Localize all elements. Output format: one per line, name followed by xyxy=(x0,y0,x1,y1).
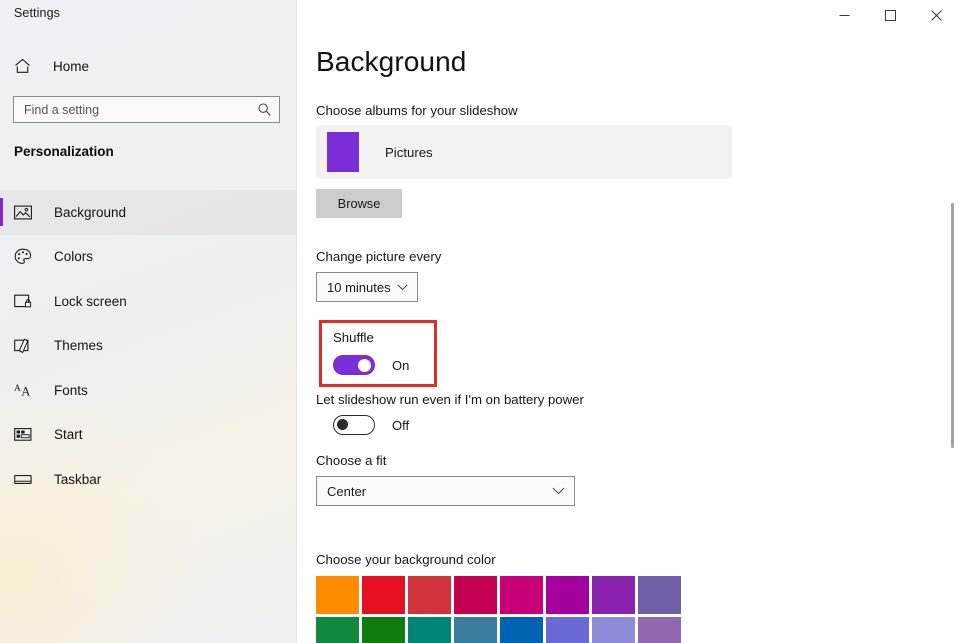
color-swatch[interactable] xyxy=(316,576,359,614)
toggle-knob xyxy=(337,419,348,430)
battery-state-label: Off xyxy=(392,417,410,433)
sidebar-item-home[interactable]: Home xyxy=(0,52,296,80)
sidebar-item-label: Themes xyxy=(54,338,103,354)
app-title: Settings xyxy=(14,6,60,20)
battery-label: Let slideshow run even if I'm on battery… xyxy=(316,392,584,407)
color-swatch[interactable] xyxy=(592,617,635,643)
page-title: Background xyxy=(316,46,467,77)
sidebar-item-label: Start xyxy=(54,427,83,443)
sidebar: Settings Home Personalization xyxy=(0,0,297,643)
lock-screen-icon xyxy=(14,291,38,311)
color-swatch[interactable] xyxy=(546,617,589,643)
color-swatch[interactable] xyxy=(638,576,681,614)
albums-label: Choose albums for your slideshow xyxy=(316,103,518,118)
shuffle-label: Shuffle xyxy=(333,330,374,345)
battery-toggle[interactable] xyxy=(333,415,375,435)
sidebar-item-label: Fonts xyxy=(54,382,88,398)
change-picture-label: Change picture every xyxy=(316,249,442,264)
main-content: Background Choose albums for your slides… xyxy=(297,0,959,643)
search-icon[interactable] xyxy=(255,102,279,117)
chevron-down-icon xyxy=(397,284,408,291)
color-swatch[interactable] xyxy=(316,617,359,643)
home-icon xyxy=(14,57,36,75)
sidebar-item-themes[interactable]: Themes xyxy=(0,324,296,369)
shuffle-toggle[interactable] xyxy=(333,355,375,375)
sidebar-item-start[interactable]: Start xyxy=(0,413,296,458)
sidebar-nav: Background Colors Lock screen Themes A A… xyxy=(0,190,296,502)
color-swatch[interactable] xyxy=(454,576,497,614)
svg-text:A: A xyxy=(21,385,30,398)
color-swatch[interactable] xyxy=(408,617,451,643)
color-swatch[interactable] xyxy=(500,617,543,643)
sidebar-item-label: Lock screen xyxy=(54,293,127,309)
home-label: Home xyxy=(53,58,90,74)
settings-window: Settings Home Personalization xyxy=(0,0,959,643)
sidebar-item-taskbar[interactable]: Taskbar xyxy=(0,457,296,502)
close-button[interactable] xyxy=(913,0,959,31)
background-color-swatches xyxy=(316,576,681,643)
sidebar-item-background[interactable]: Background xyxy=(0,190,296,235)
color-swatch[interactable] xyxy=(408,576,451,614)
sidebar-item-label: Background xyxy=(54,204,127,220)
color-swatch[interactable] xyxy=(546,576,589,614)
sidebar-item-lock-screen[interactable]: Lock screen xyxy=(0,279,296,324)
toggle-knob xyxy=(358,359,371,372)
scrollbar-thumb[interactable] xyxy=(951,203,954,448)
search-input[interactable] xyxy=(14,102,255,117)
background-color-label: Choose your background color xyxy=(316,552,496,567)
browse-button[interactable]: Browse xyxy=(316,189,402,218)
change-picture-interval-dropdown[interactable]: 10 minutes xyxy=(316,272,418,302)
fit-dropdown[interactable]: Center xyxy=(316,476,575,506)
svg-text:A: A xyxy=(14,384,21,394)
album-name: Pictures xyxy=(385,144,433,160)
scrollbar[interactable] xyxy=(945,31,959,643)
color-swatch[interactable] xyxy=(500,576,543,614)
sidebar-item-fonts[interactable]: A A Fonts xyxy=(0,368,296,413)
color-swatch[interactable] xyxy=(362,617,405,643)
color-swatch[interactable] xyxy=(362,576,405,614)
album-thumbnail xyxy=(327,132,359,172)
fonts-icon: A A xyxy=(14,380,38,400)
chevron-down-icon xyxy=(552,487,565,495)
taskbar-icon xyxy=(14,469,38,489)
fit-value: Center xyxy=(327,483,367,499)
change-picture-interval-value: 10 minutes xyxy=(327,279,391,295)
maximize-button[interactable] xyxy=(867,0,913,31)
sidebar-item-label: Colors xyxy=(54,249,94,265)
color-swatch[interactable] xyxy=(592,576,635,614)
minimize-button[interactable] xyxy=(821,0,867,31)
sidebar-item-label: Taskbar xyxy=(54,471,102,487)
search-box[interactable] xyxy=(13,96,280,123)
sidebar-item-colors[interactable]: Colors xyxy=(0,235,296,280)
color-swatch[interactable] xyxy=(638,617,681,643)
album-list-item[interactable]: Pictures xyxy=(316,125,732,179)
palette-icon xyxy=(14,247,38,267)
sidebar-section-title: Personalization xyxy=(14,144,114,159)
start-icon xyxy=(14,425,38,445)
battery-toggle-row: Off xyxy=(333,415,409,435)
shuffle-state-label: On xyxy=(392,357,410,373)
themes-icon xyxy=(14,336,38,356)
shuffle-toggle-row: On xyxy=(333,355,409,375)
fit-label: Choose a fit xyxy=(316,453,387,468)
color-swatch[interactable] xyxy=(454,617,497,643)
image-icon xyxy=(14,202,38,222)
window-controls xyxy=(821,0,959,31)
